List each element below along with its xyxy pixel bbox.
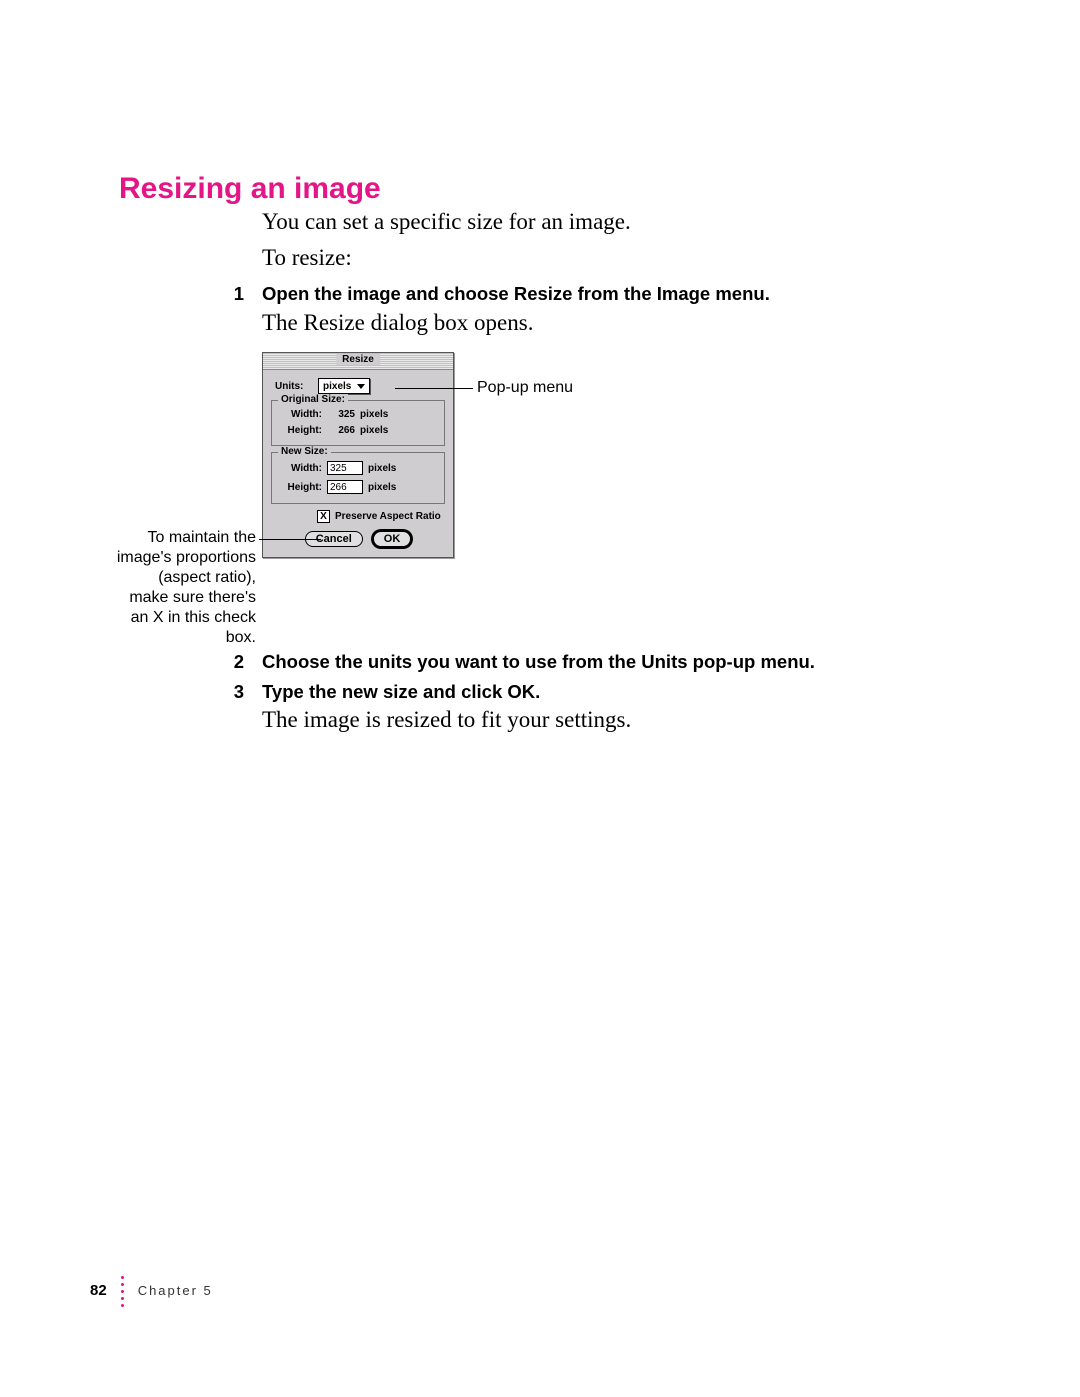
new-size-group: New Size: Width: pixels Height: pixels: [271, 452, 445, 504]
dialog-title: Resize: [336, 354, 380, 365]
step-number: 2: [226, 651, 244, 673]
step-3-followup: The image is resized to fit your setting…: [262, 707, 631, 733]
callout-popup-menu: Pop-up menu: [477, 378, 573, 398]
unit-label: pixels: [368, 482, 396, 493]
callout-aspect-ratio: To maintain the image's proportions (asp…: [116, 528, 256, 648]
step-text: Open the image and choose Resize from th…: [262, 283, 770, 305]
intro-text-2: To resize:: [262, 245, 352, 271]
step-number: 3: [226, 681, 244, 703]
step-number: 1: [226, 283, 244, 305]
height-label: Height:: [278, 425, 322, 436]
width-label: Width:: [278, 409, 322, 420]
units-popup[interactable]: pixels: [318, 378, 370, 394]
units-value: pixels: [323, 381, 351, 392]
page-footer: 82 Chapter 5: [90, 1274, 213, 1307]
dialog-titlebar: Resize: [263, 353, 453, 370]
intro-text-1: You can set a specific size for an image…: [262, 209, 631, 235]
width-label: Width:: [278, 463, 322, 474]
units-label: Units:: [275, 381, 313, 392]
page-number: 82: [90, 1282, 107, 1299]
step-3: 3 Type the new size and click OK.: [226, 681, 946, 703]
callout-line: [259, 539, 321, 540]
new-size-legend: New Size:: [278, 446, 331, 457]
original-size-legend: Original Size:: [278, 394, 348, 405]
unit-label: pixels: [360, 425, 388, 436]
step-2: 2 Choose the units you want to use from …: [226, 651, 946, 673]
unit-label: pixels: [368, 463, 396, 474]
height-label: Height:: [278, 482, 322, 493]
new-height-input[interactable]: [327, 480, 363, 494]
original-size-group: Original Size: Width: 325 pixels Height:…: [271, 400, 445, 446]
chapter-label: Chapter 5: [138, 1283, 213, 1298]
new-width-input[interactable]: [327, 461, 363, 475]
preserve-aspect-checkbox[interactable]: X: [317, 510, 330, 523]
original-height-value: 266: [327, 425, 355, 436]
step-1-followup: The Resize dialog box opens.: [262, 310, 533, 336]
section-heading: Resizing an image: [119, 172, 381, 206]
original-width-value: 325: [327, 409, 355, 420]
preserve-aspect-label: Preserve Aspect Ratio: [335, 511, 441, 522]
ok-button[interactable]: OK: [373, 531, 412, 547]
step-text: Choose the units you want to use from th…: [262, 651, 815, 673]
chevron-down-icon: [357, 384, 365, 389]
unit-label: pixels: [360, 409, 388, 420]
step-1: 1 Open the image and choose Resize from …: [226, 283, 946, 305]
resize-dialog: Resize Units: pixels Original Size: Widt…: [262, 352, 454, 558]
callout-line: [395, 388, 473, 389]
footer-dots-icon: [121, 1274, 124, 1307]
step-text: Type the new size and click OK.: [262, 681, 540, 703]
